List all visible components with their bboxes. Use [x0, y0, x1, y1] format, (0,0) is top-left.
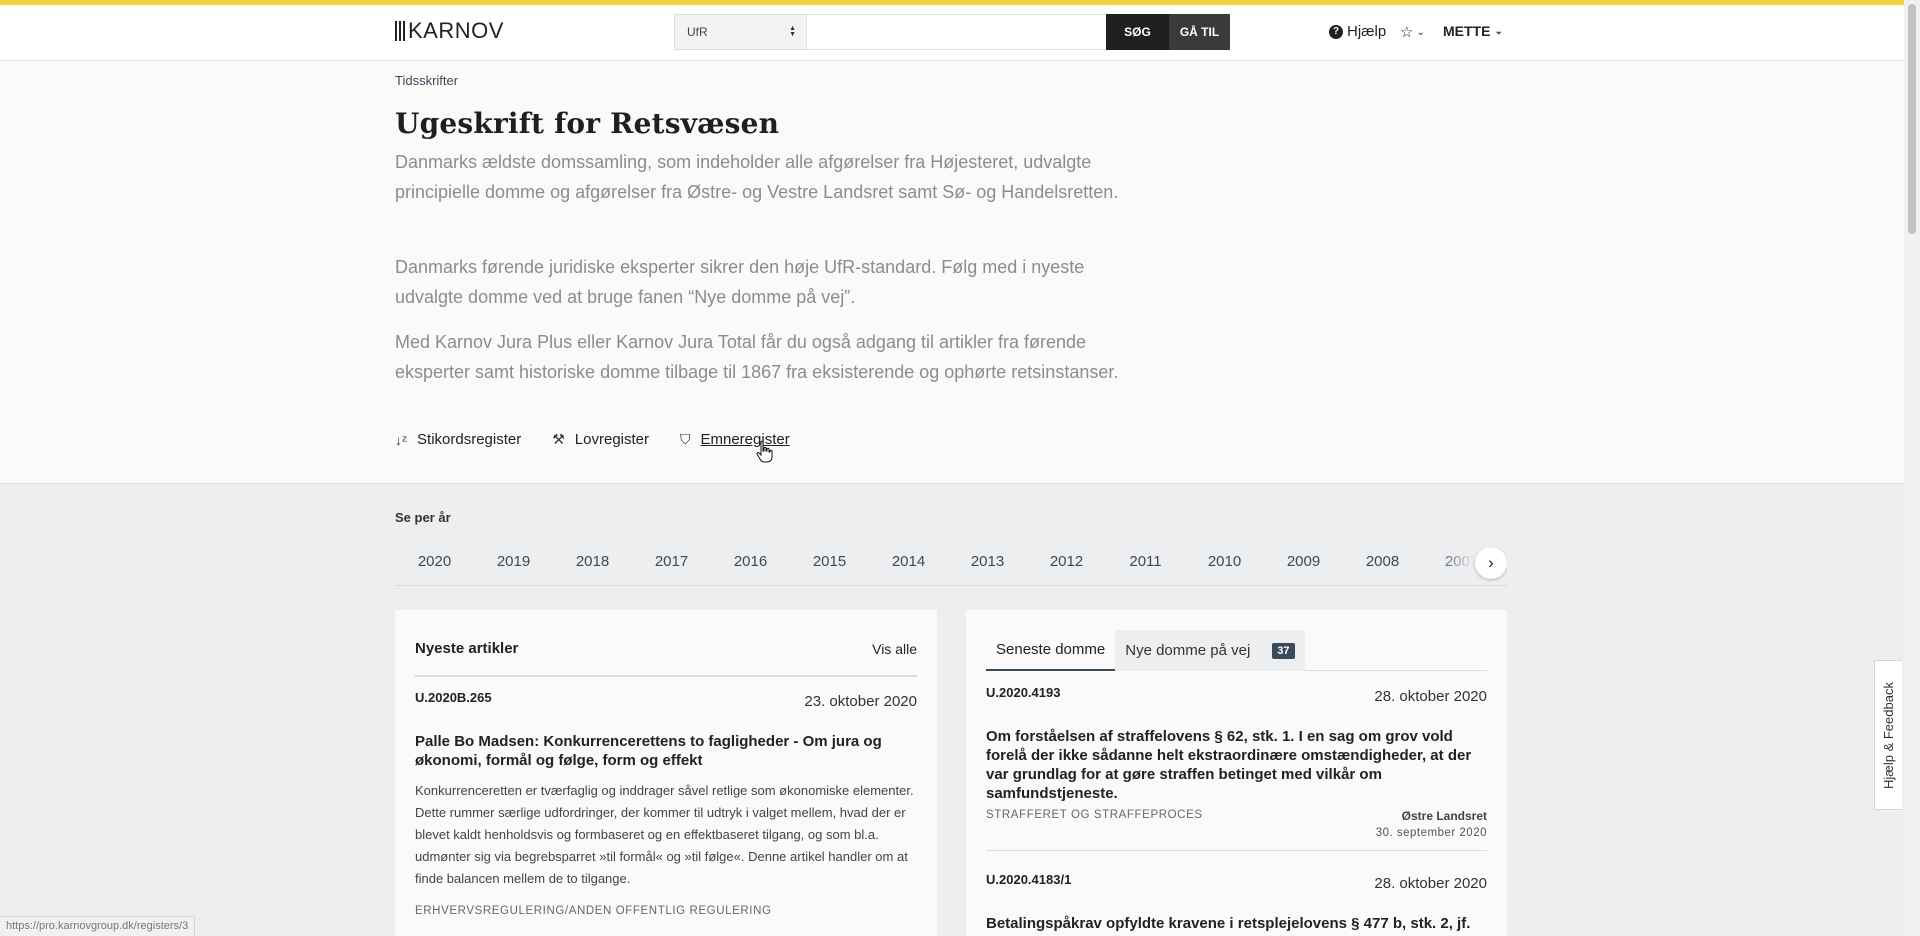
article-date: 23. oktober 2020 — [804, 693, 917, 710]
tab-latest-verdicts[interactable]: Seneste domme — [986, 630, 1116, 671]
help-feedback-label: Hjælp & Feedback — [1881, 681, 1897, 789]
search-input[interactable] — [807, 15, 1106, 49]
status-bar-url: https://pro.karnovgroup.dk/registers/3 — [0, 916, 196, 936]
verdict-id: U.2020.4193 — [986, 685, 1061, 700]
articles-card: Nyeste artikler Vis alle U.2020B.265 23.… — [395, 610, 937, 936]
article-title-link[interactable]: Palle Bo Madsen: Konkurrencerettens to f… — [415, 732, 915, 770]
verdict-date: 28. oktober 2020 — [1374, 688, 1487, 705]
user-menu[interactable]: METTE ⌄ — [1443, 23, 1503, 39]
hero-section: Tidsskrifter Ugeskrift for Retsvæsen Dan… — [0, 61, 1904, 484]
verdicts-card: Seneste domme Nye domme på vej 37 U.2020… — [966, 610, 1507, 936]
verdict-category: STRAFFERET OG STRAFFEPROCES — [986, 809, 1203, 821]
year-tab[interactable]: 2010 — [1185, 548, 1264, 576]
select-arrows-icon: ▲ ▼ — [789, 25, 796, 38]
register-label: Emneregister — [700, 431, 790, 448]
search-scope-value: UfR — [687, 25, 708, 39]
help-feedback-tab[interactable]: Hjælp & Feedback — [1874, 660, 1902, 810]
goto-button[interactable]: GÅ TIL — [1169, 14, 1230, 50]
top-header: KARNOV UfR ▲ ▼ SØG GÅ TIL ? Hjælp ☆ ⌄ MET… — [0, 5, 1904, 61]
year-tab[interactable]: 2019 — [474, 548, 553, 576]
verdict-court-date: 30. september 2020 — [1375, 827, 1487, 839]
gavel-icon: ⚒ — [552, 431, 565, 447]
year-tab[interactable]: 2008 — [1343, 548, 1422, 576]
year-tab[interactable]: 2012 — [1027, 548, 1106, 576]
user-name: METTE — [1443, 23, 1491, 39]
article-id: U.2020B.265 — [415, 690, 492, 705]
help-label: Hjælp — [1347, 23, 1387, 40]
verdict-title-link[interactable]: Betalingspåkrav opfyldte kravene i retsp… — [986, 914, 1486, 933]
register-label: Stikordsregister — [417, 431, 522, 448]
verdict-title-link[interactable]: Om forståelsen af straffelovens § 62, st… — [986, 727, 1486, 803]
search-bar: UfR ▲ ▼ SØG GÅ TIL — [674, 14, 1230, 50]
year-tab[interactable]: 2015 — [790, 548, 869, 576]
question-circle-icon: ? — [1329, 24, 1343, 39]
year-tab[interactable]: 2013 — [948, 548, 1027, 576]
register-label: Lovregister — [574, 431, 649, 448]
year-tabs-row: 2020 2019 2018 2017 2016 2015 2014 2013 … — [395, 548, 1507, 586]
page-scrollbar[interactable] — [1904, 0, 1920, 936]
description-paragraph-1: Danmarks ældste domssamling, som indehol… — [395, 152, 1119, 202]
help-link[interactable]: ? Hjælp — [1329, 23, 1386, 40]
register-links: ↓ᶻ Stikordsregister ⚒ Lovregister ⛉ Emne… — [395, 431, 790, 448]
star-icon: ☆ — [1400, 24, 1414, 41]
verdict-court: Østre Landsret — [1401, 809, 1487, 823]
logo-bars-icon — [395, 21, 405, 41]
count-badge: 37 — [1272, 642, 1295, 659]
chevron-down-icon: ⌄ — [1494, 25, 1503, 37]
register-link-lov[interactable]: ⚒ Lovregister — [552, 431, 649, 448]
verdicts-tabs: Seneste domme Nye domme på vej 37 — [986, 630, 1487, 671]
search-button[interactable]: SØG — [1106, 14, 1169, 50]
article-category: ERHVERVSREGULERING/ANDEN OFFENTLIG REGUL… — [415, 905, 772, 917]
chevron-down-icon: ⌄ — [1416, 26, 1425, 38]
year-tab[interactable]: 2020 — [395, 548, 474, 576]
description-paragraph-2: Danmarks førende juridiske eksperter sik… — [395, 257, 1085, 307]
year-tab[interactable]: 2014 — [869, 548, 948, 576]
year-next-button[interactable]: › — [1475, 548, 1507, 579]
description-paragraph-3: Med Karnov Jura Plus eller Karnov Jura T… — [395, 332, 1119, 382]
logo-text: KARNOV — [408, 18, 504, 43]
articles-title: Nyeste artikler — [415, 640, 519, 657]
year-tab[interactable]: 2017 — [632, 548, 711, 576]
articles-card-header: Nyeste artikler Vis alle — [415, 622, 917, 677]
year-section: Se per år 2020 2019 2018 2017 2016 2015 … — [395, 510, 1507, 586]
sort-alpha-icon: ↓ᶻ — [395, 431, 408, 448]
tab-upcoming-verdicts[interactable]: Nye domme på vej 37 — [1115, 630, 1305, 671]
verdict-date: 28. oktober 2020 — [1374, 875, 1487, 892]
year-tab[interactable]: 2018 — [553, 548, 632, 576]
search-scope-select[interactable]: UfR ▲ ▼ — [675, 15, 807, 49]
page-title: Ugeskrift for Retsvæsen — [395, 107, 780, 140]
divider — [986, 850, 1487, 851]
view-all-link[interactable]: Vis alle — [872, 641, 917, 657]
tags-icon: ⛉ — [680, 431, 691, 447]
chevron-right-icon: › — [1488, 553, 1494, 572]
year-section-label: Se per år — [395, 510, 451, 525]
register-link-stikord[interactable]: ↓ᶻ Stikordsregister — [395, 431, 521, 448]
karnov-logo[interactable]: KARNOV — [395, 18, 504, 43]
year-tab[interactable]: 2009 — [1264, 548, 1343, 576]
year-tab[interactable]: 2016 — [711, 548, 790, 576]
breadcrumb[interactable]: Tidsskrifter — [395, 73, 458, 88]
article-summary: Konkurrenceretten er tværfaglig og inddr… — [415, 783, 914, 886]
year-tabs: 2020 2019 2018 2017 2016 2015 2014 2013 … — [395, 548, 1501, 576]
favorites-menu[interactable]: ☆ ⌄ — [1400, 23, 1425, 41]
year-tab[interactable]: 2011 — [1106, 548, 1185, 576]
tab-upcoming-label: Nye domme på vej — [1125, 642, 1251, 659]
scrollbar-thumb[interactable] — [1908, 4, 1916, 234]
hand-cursor-icon — [756, 440, 773, 463]
verdict-id: U.2020.4183/1 — [986, 872, 1072, 887]
